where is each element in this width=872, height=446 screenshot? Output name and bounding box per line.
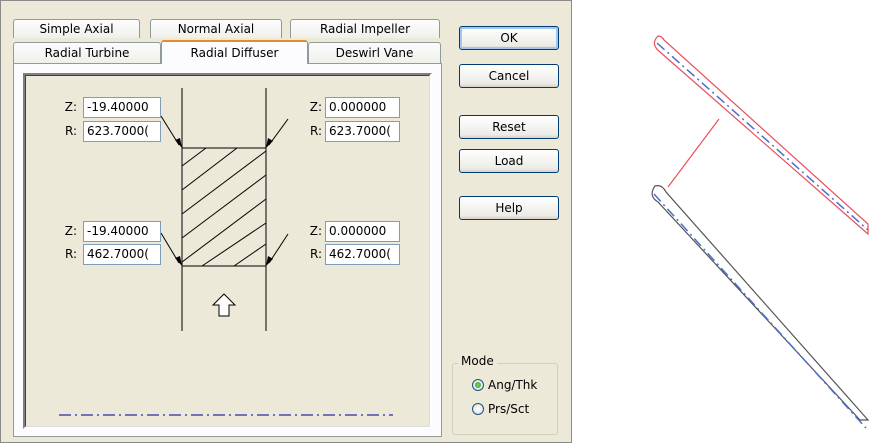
mode-option-label: Prs/Sct bbox=[488, 402, 530, 416]
mode-group-title: Mode bbox=[458, 354, 497, 368]
blade-settings-dialog: Simple Axial Normal Axial Radial Impelle… bbox=[0, 0, 572, 443]
r-label: R: bbox=[64, 124, 77, 138]
z-label: Z: bbox=[64, 100, 77, 114]
flow-direction-arrow bbox=[211, 293, 237, 317]
r-label: R: bbox=[309, 124, 322, 138]
mode-option-prs-sct[interactable]: Prs/Sct bbox=[472, 402, 529, 416]
radio-selected-icon[interactable] bbox=[472, 379, 484, 391]
top-right-z-field[interactable]: 0.000000 bbox=[325, 97, 400, 118]
bottom-left-r-field[interactable]: 462.7000( bbox=[83, 244, 161, 265]
bottom-right-r-field[interactable]: 462.7000( bbox=[325, 244, 400, 265]
mode-option-ang-thk[interactable]: Ang/Thk bbox=[472, 378, 537, 392]
top-right-r-field[interactable]: 623.7000( bbox=[325, 121, 400, 142]
r-label: R: bbox=[309, 247, 322, 261]
z-label: Z: bbox=[309, 224, 322, 238]
tab-radial-diffuser[interactable]: Radial Diffuser bbox=[161, 40, 308, 64]
bottom-right-z-field[interactable]: 0.000000 bbox=[325, 221, 400, 242]
upper-blade-outline bbox=[653, 35, 869, 236]
mode-group bbox=[452, 363, 558, 435]
z-label: Z: bbox=[309, 100, 322, 114]
r-label: R: bbox=[64, 247, 77, 261]
top-left-z-field[interactable]: -19.40000 bbox=[83, 97, 161, 118]
reset-button[interactable]: Reset bbox=[459, 115, 559, 139]
bottom-left-z-field[interactable]: -19.40000 bbox=[83, 221, 161, 242]
z-label: Z: bbox=[64, 224, 77, 238]
throat-line bbox=[667, 118, 720, 188]
lower-blade-outline bbox=[651, 185, 870, 421]
ok-button[interactable]: OK bbox=[459, 26, 559, 50]
top-left-r-field[interactable]: 623.7000( bbox=[83, 121, 161, 142]
mode-option-label: Ang/Thk bbox=[488, 378, 538, 392]
cancel-button[interactable]: Cancel bbox=[459, 64, 559, 88]
help-button[interactable]: Help bbox=[459, 196, 559, 220]
upper-blade-camber-line bbox=[656, 42, 869, 231]
blade-preview-canvas bbox=[580, 0, 872, 443]
load-button[interactable]: Load bbox=[459, 149, 559, 173]
radio-unselected-icon[interactable] bbox=[472, 403, 484, 415]
lower-blade-camber-line bbox=[653, 193, 867, 429]
